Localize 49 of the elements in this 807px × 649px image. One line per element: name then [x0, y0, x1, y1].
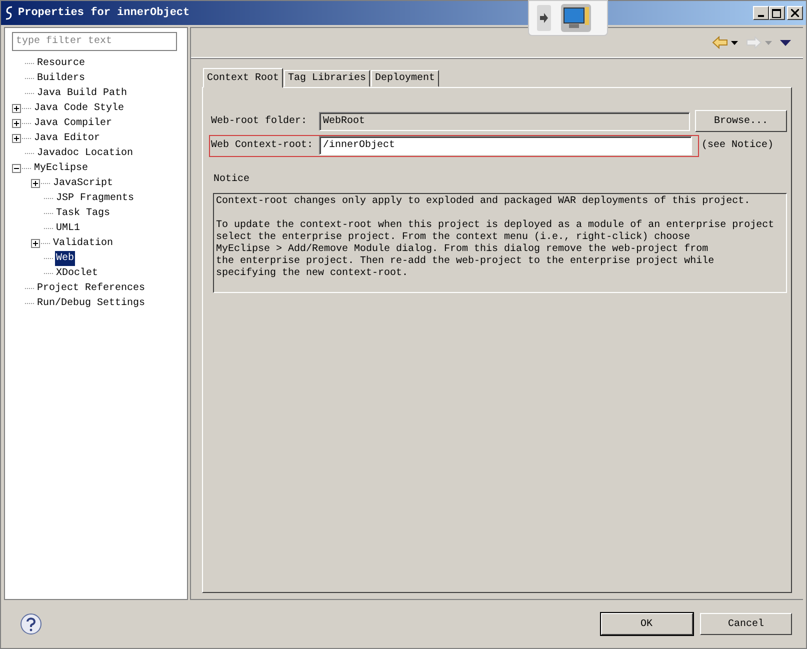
browse-button[interactable]: Browse... — [695, 110, 787, 132]
expand-icon[interactable] — [31, 179, 40, 188]
web-root-field[interactable]: WebRoot — [319, 112, 690, 130]
tree-item[interactable]: XDoclet — [55, 266, 100, 281]
tab[interactable]: Deployment — [371, 70, 440, 87]
field-label: Web-root folder: — [211, 114, 308, 128]
maximize-button[interactable] — [768, 6, 784, 20]
notice-paragraph: Context-root changes only apply to exploded and packaged WAR deployments of this project. — [216, 196, 752, 208]
tab[interactable]: Tag Libraries — [284, 70, 370, 87]
tree-item[interactable]: Java Code Style — [33, 101, 126, 116]
tab[interactable]: Context Root — [203, 68, 284, 88]
monitor-icon[interactable] — [561, 4, 591, 32]
notice-paragraph: To update the context-root when this project is deployed as a module of an enterprise project select the enterprise project. From the context menu (i.e., right-click) choose MyEclipse > Add/Remove Module dialog. From this dialog remove the web-project from the enterprise project. Then re-add the web-project to the enterprise project while specifying the new context-root. — [216, 220, 776, 280]
tree-item[interactable]: Javadoc Location — [36, 146, 134, 161]
collapse-icon[interactable] — [12, 164, 21, 173]
ok-button[interactable]: OK — [600, 613, 692, 635]
tree-item[interactable]: JSP Fragments — [55, 191, 136, 206]
app-icon — [4, 5, 14, 21]
tree-item[interactable]: Web — [55, 251, 76, 266]
notice-hint: (see Notice) — [702, 138, 774, 153]
tree-item[interactable]: Run/Debug Settings — [36, 296, 146, 311]
menu-caret-icon[interactable] — [780, 40, 791, 46]
caret-icon[interactable] — [731, 40, 738, 44]
tree-item[interactable]: Java Build Path — [36, 86, 128, 101]
tree-item[interactable]: Java Compiler — [33, 116, 114, 131]
tree-item[interactable]: Resource — [36, 56, 86, 71]
tree-item[interactable]: UML1 — [55, 221, 82, 236]
tree-item[interactable]: JavaScript — [52, 176, 114, 191]
minimize-button[interactable] — [752, 6, 768, 20]
field-label: Web Context-root: — [211, 138, 314, 153]
expand-icon[interactable] — [12, 134, 21, 143]
tree-item[interactable]: MyEclipse — [33, 161, 90, 176]
filter-field[interactable]: type filter text — [12, 32, 177, 51]
help-icon[interactable] — [20, 613, 42, 635]
expand-icon[interactable] — [12, 119, 21, 128]
tree-item[interactable]: Builders — [36, 71, 86, 86]
window-title: Properties for innerObject — [18, 6, 190, 21]
tree-item[interactable]: Validation — [52, 236, 114, 251]
tree-item[interactable]: Task Tags — [55, 206, 112, 221]
expand-icon[interactable] — [12, 104, 21, 113]
section-title: Notice — [214, 172, 251, 186]
cancel-button[interactable]: Cancel — [700, 613, 792, 635]
tree-item[interactable]: Java Editor — [33, 131, 102, 146]
maximize-icon — [772, 8, 781, 18]
tree-item[interactable]: Project References — [36, 281, 146, 296]
expand-icon[interactable] — [31, 239, 40, 248]
close-button[interactable] — [787, 6, 803, 20]
context-root-field[interactable]: /innerObject — [319, 136, 692, 155]
close-icon — [791, 9, 799, 17]
